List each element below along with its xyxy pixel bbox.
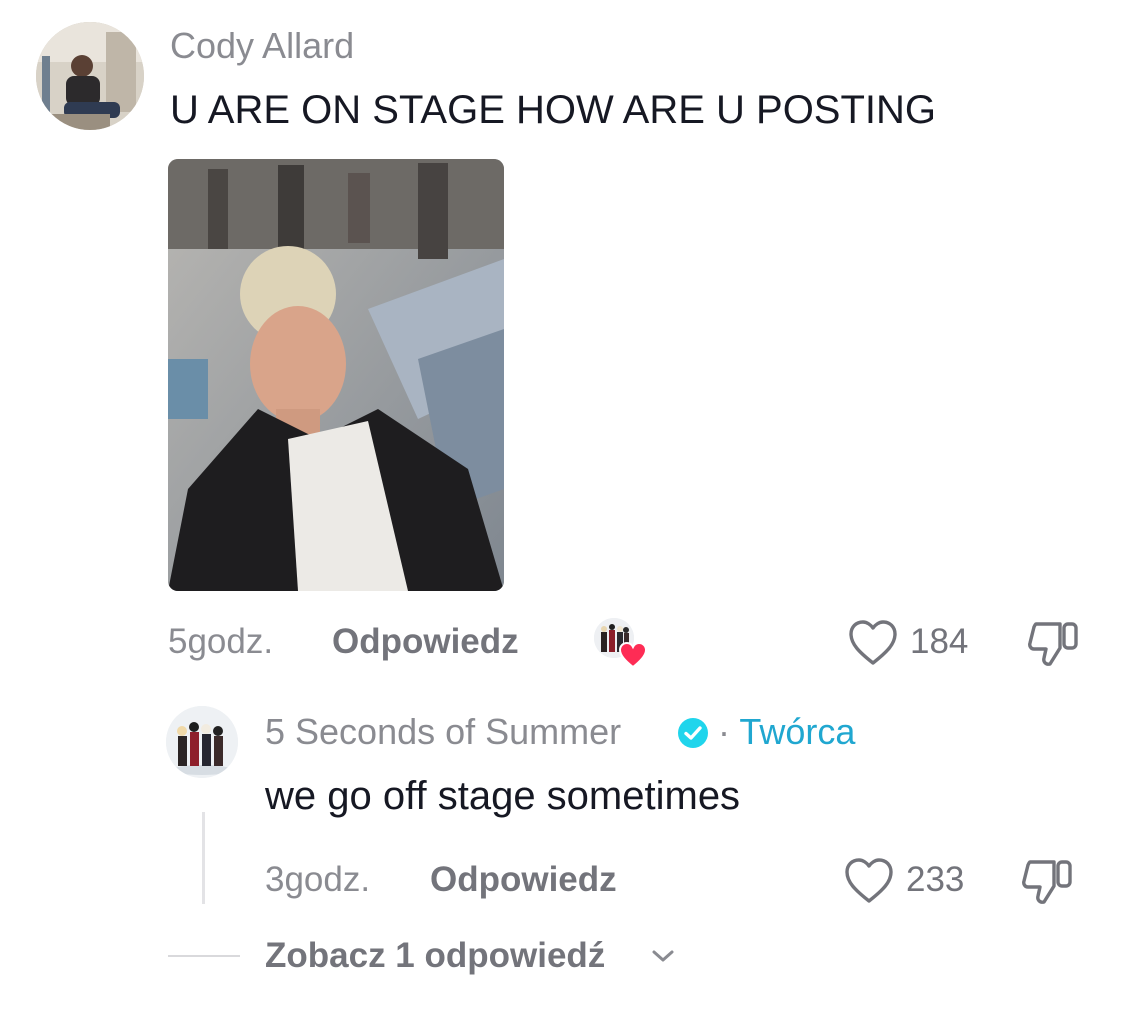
heart-outline-icon[interactable]	[847, 619, 899, 667]
heart-outline-icon[interactable]	[843, 857, 895, 905]
reply-to-reply-button[interactable]: Odpowiedz	[430, 860, 617, 900]
comment-attached-photo[interactable]	[168, 159, 504, 591]
comment-text: U ARE ON STAGE HOW ARE U POSTING	[170, 88, 937, 132]
reply-button[interactable]: Odpowiedz	[332, 622, 519, 662]
chevron-down-icon[interactable]	[650, 946, 676, 966]
replier-avatar-image	[166, 706, 238, 778]
commenter-avatar-image	[36, 22, 144, 130]
like-count: 184	[910, 622, 969, 661]
commenter-avatar[interactable]	[36, 22, 144, 130]
creator-label-text: Twórca	[739, 711, 856, 752]
replier-avatar[interactable]	[166, 706, 238, 778]
comment-timestamp: 5godz.	[168, 622, 274, 661]
creator-separator: ·	[718, 711, 730, 752]
replier-username[interactable]: 5 Seconds of Summer	[265, 710, 621, 754]
reply-thread-line	[202, 812, 205, 904]
heart-filled-icon	[618, 641, 648, 669]
view-replies-button[interactable]: Zobacz 1 odpowiedź	[265, 936, 605, 976]
commenter-username[interactable]: Cody Allard	[170, 24, 354, 68]
view-replies-divider	[168, 955, 240, 957]
thumbs-down-icon[interactable]	[1020, 856, 1074, 908]
reply-timestamp: 3godz.	[265, 860, 371, 899]
reply-like-count: 233	[906, 860, 965, 899]
creator-label: · Twórca	[718, 710, 855, 754]
thumbs-down-icon[interactable]	[1026, 618, 1080, 670]
attached-photo-image	[168, 159, 504, 591]
reply-text: we go off stage sometimes	[265, 774, 741, 818]
verified-badge-icon	[676, 716, 710, 750]
